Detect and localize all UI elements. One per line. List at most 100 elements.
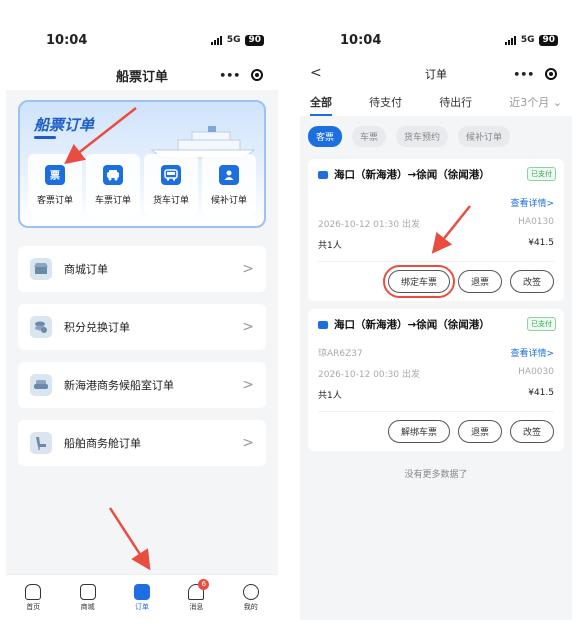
- status-bar: 10:04 5G 90: [300, 20, 572, 60]
- waitlist-order[interactable]: 候补订单: [202, 154, 256, 216]
- chip-passenger[interactable]: 客票: [308, 126, 343, 147]
- vehicle-ticket-order-label: 车票订单: [94, 195, 131, 206]
- refund-button[interactable]: 退票: [457, 270, 502, 293]
- status-bar: 10:04 5G 90: [6, 20, 278, 60]
- more-icon[interactable]: •••: [219, 69, 240, 82]
- unbind-vehicle-ticket-button[interactable]: 解绑车票: [387, 420, 450, 443]
- banner-underline: [34, 136, 56, 139]
- departure-time: 2026-10-12 00:30 出发: [318, 370, 420, 380]
- order-icon: [133, 583, 150, 600]
- chevron-right-icon: >: [242, 319, 254, 335]
- battery-icon: 90: [245, 34, 264, 46]
- menu-item-label: 新海港商务候船室订单: [64, 379, 174, 392]
- order-type-chips: 客票 车票 货车预约 候补订单: [300, 116, 572, 155]
- network-label: 5G: [520, 35, 535, 45]
- passenger-ticket-order[interactable]: 票 客票订单: [28, 154, 82, 216]
- tab-pending-travel[interactable]: 待出行: [439, 94, 472, 110]
- order-route: 海口（新海港）→徐闻（徐闻港）: [334, 319, 490, 331]
- back-icon[interactable]: <: [310, 65, 322, 81]
- menu-item-lounge-orders[interactable]: 新海港商务候船室订单 >: [18, 362, 266, 408]
- coins-icon: [30, 316, 52, 338]
- seat-icon: [30, 432, 52, 454]
- ship-icon: [318, 170, 328, 179]
- banner-title: 船票订单: [34, 116, 95, 134]
- mini-program-capsule[interactable]: •••: [508, 63, 562, 85]
- menu-item-label: 船舶商务舱订单: [64, 437, 141, 450]
- plate-number: 琼AR6Z37: [318, 349, 363, 359]
- message-badge: 6: [198, 578, 210, 590]
- order-route: 海口（新海港）→徐闻（徐闻港）: [334, 169, 490, 181]
- status-time: 10:04: [340, 32, 382, 48]
- bottom-tab-bar: 首页 商城 订单 6 消息 我的: [6, 574, 278, 620]
- close-target-icon[interactable]: [544, 68, 557, 80]
- departure-time: 2026-10-12 01:30 出发: [318, 220, 420, 230]
- chip-truck-booking[interactable]: 货车预约: [396, 126, 449, 147]
- chevron-right-icon: >: [242, 377, 254, 393]
- tab-home[interactable]: 首页: [13, 583, 53, 612]
- tab-orders[interactable]: 订单: [122, 583, 162, 612]
- no-more-data-text: 没有更多数据了: [404, 470, 468, 480]
- tab-all[interactable]: 全部: [310, 94, 332, 116]
- passenger-count: 共1人: [318, 241, 342, 251]
- menu-item-label: 积分兑换订单: [64, 321, 130, 334]
- page-title: 船票订单: [115, 69, 168, 85]
- tab-messages[interactable]: 6 消息: [176, 578, 216, 612]
- right-phone-screen: 10:04 5G 90 < 订单 ••• 全部 待支付 待出行 近3个月 ⌄ 客…: [300, 20, 572, 620]
- tab-pending-payment[interactable]: 待支付: [369, 94, 402, 110]
- chevron-right-icon: >: [242, 435, 254, 451]
- car-icon: [103, 164, 123, 185]
- menu-item-cabin-orders[interactable]: 船舶商务舱订单 >: [18, 420, 266, 466]
- sailing-number: HA0030: [518, 367, 554, 377]
- tab-store[interactable]: 商城: [68, 583, 108, 612]
- order-price: ¥41.5: [528, 238, 554, 248]
- truck-icon: [161, 164, 181, 185]
- waitlist-order-label: 候补订单: [210, 195, 247, 206]
- close-target-icon[interactable]: [250, 69, 263, 81]
- chevron-right-icon: >: [242, 261, 254, 277]
- ticket-banner: 船票订单 票 客票订单 车票订单 货车订单 候补订单: [18, 100, 266, 228]
- order-status-tabs: 全部 待支付 待出行 近3个月 ⌄: [300, 88, 572, 116]
- menu-item-points-orders[interactable]: 积分兑换订单 >: [18, 304, 266, 350]
- profile-icon: [242, 583, 259, 600]
- chip-waitlist[interactable]: 候补订单: [458, 126, 511, 147]
- truck-order-label: 货车订单: [152, 195, 189, 206]
- signal-icon: [210, 35, 222, 45]
- passenger-count: 共1人: [318, 391, 342, 401]
- order-card[interactable]: 海口（新海港）→徐闻（徐闻港） 已支付 琼AR6Z37 查看详情> 2026-1…: [308, 309, 564, 451]
- bind-vehicle-ticket-button[interactable]: 绑定车票: [382, 265, 455, 298]
- vehicle-ticket-order[interactable]: 车票订单: [86, 154, 140, 216]
- nav-bar: 船票订单 •••: [6, 60, 278, 90]
- ship-icon: [318, 320, 328, 329]
- truck-order[interactable]: 货车订单: [144, 154, 198, 216]
- view-details-link[interactable]: 查看详情>: [510, 196, 554, 209]
- sofa-icon: [30, 374, 52, 396]
- sailing-number: HA0130: [518, 217, 554, 227]
- chip-vehicle[interactable]: 车票: [352, 126, 387, 147]
- status-badge: 已支付: [527, 167, 556, 181]
- reschedule-button[interactable]: 改签: [509, 420, 554, 443]
- refund-button[interactable]: 退票: [457, 420, 502, 443]
- chevron-down-icon: ⌄: [549, 96, 562, 109]
- tab-last-3-months[interactable]: 近3个月 ⌄: [509, 94, 562, 110]
- status-badge: 已支付: [527, 317, 556, 331]
- reschedule-button[interactable]: 改签: [509, 270, 554, 293]
- network-label: 5G: [226, 35, 241, 45]
- battery-icon: 90: [539, 34, 558, 46]
- order-menu: 商城订单 > 积分兑换订单 > 新海港商务候船室订单 > 船舶商务舱订单 >: [18, 246, 266, 466]
- signal-icon: [504, 35, 516, 45]
- shop-icon: [30, 258, 52, 280]
- menu-item-shop-orders[interactable]: 商城订单 >: [18, 246, 266, 292]
- mini-program-capsule[interactable]: •••: [214, 64, 268, 86]
- more-icon[interactable]: •••: [513, 68, 534, 81]
- ticket-icon: 票: [45, 164, 65, 185]
- tab-profile[interactable]: 我的: [231, 583, 271, 612]
- order-price: ¥41.5: [528, 388, 554, 398]
- menu-item-label: 商城订单: [64, 263, 108, 276]
- view-details-link[interactable]: 查看详情>: [510, 346, 554, 359]
- left-phone-screen: 10:04 5G 90 船票订单 ••• 船票订单 票 客票订单 车票订单 货车…: [6, 20, 278, 620]
- status-time: 10:04: [46, 32, 88, 48]
- order-card[interactable]: 海口（新海港）→徐闻（徐闻港） 已支付 查看详情> 2026-10-12 01:…: [308, 159, 564, 301]
- waitlist-icon: [219, 164, 239, 185]
- home-icon: [25, 583, 42, 600]
- store-icon: [79, 583, 96, 600]
